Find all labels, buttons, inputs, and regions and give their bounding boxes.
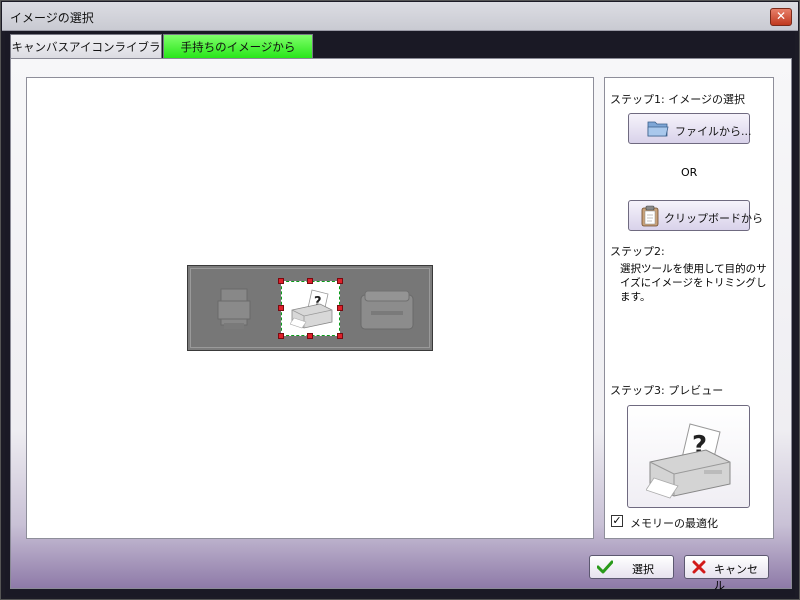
crop-handle-bottom-right[interactable]: [337, 333, 343, 339]
crop-handle-bottom[interactable]: [307, 333, 313, 339]
checkmark-icon: ✓: [612, 514, 622, 527]
crop-handle-bottom-left[interactable]: [278, 333, 284, 339]
close-icon: ✕: [775, 9, 787, 23]
step2-description: 選択ツールを使用して目的のサイズにイメージをトリミングします。: [620, 263, 767, 303]
cancel-button[interactable]: キャンセル: [684, 555, 769, 592]
optimize-memory-checkbox[interactable]: ✓: [611, 515, 623, 527]
faded-printer-left-icon: [217, 288, 251, 329]
crop-handle-right[interactable]: [337, 305, 343, 311]
folder-icon: [647, 121, 669, 137]
crop-handle-top-left[interactable]: [278, 278, 284, 284]
preview-image: ?: [627, 405, 750, 508]
crop-handle-top[interactable]: [307, 278, 313, 284]
step3-label: ステップ3: プレビュー: [610, 384, 724, 397]
checkmark-icon: [597, 560, 613, 574]
close-button[interactable]: ✕: [770, 8, 792, 26]
crop-handle-left[interactable]: [278, 305, 284, 311]
printer-question-icon: ?: [290, 289, 333, 329]
step2-label: ステップ2:: [610, 245, 665, 258]
tab-own-image[interactable]: 手持ちのイメージから: [163, 34, 313, 58]
optimize-memory-label: メモリーの最適化: [630, 517, 718, 530]
window-title: イメージの選択: [10, 11, 94, 25]
from-file-label: ファイルから...: [675, 125, 752, 138]
crop-handle-top-right[interactable]: [337, 278, 343, 284]
select-button[interactable]: 選択: [589, 555, 674, 579]
from-clipboard-button[interactable]: クリップボードから: [628, 200, 763, 231]
faded-printer-right-icon: [360, 290, 414, 330]
or-separator: OR: [681, 166, 698, 179]
step1-label: ステップ1: イメージの選択: [610, 93, 745, 106]
x-icon: [692, 560, 706, 574]
printer-question-icon: ?: [646, 423, 731, 499]
crop-selection[interactable]: ?: [281, 281, 340, 336]
clipboard-icon: [641, 205, 659, 227]
select-button-label: 選択: [632, 563, 654, 576]
from-file-button[interactable]: ファイルから...: [628, 113, 752, 144]
cancel-button-label: キャンセル: [714, 563, 758, 592]
title-bar[interactable]: イメージの選択 ✕: [2, 2, 798, 31]
from-clipboard-label: クリップボードから: [664, 212, 763, 225]
tab-icon-library[interactable]: キャンバスアイコンライブラリから: [10, 34, 162, 78]
